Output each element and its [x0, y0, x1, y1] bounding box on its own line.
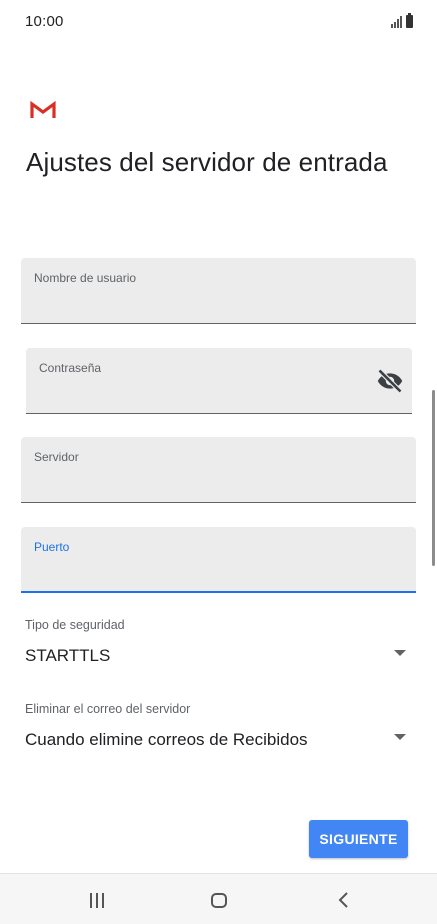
- delete-from-server-row[interactable]: Cuando elimine correos de Recibidos: [25, 730, 410, 752]
- username-label: Nombre de usuario: [34, 271, 137, 285]
- battery-icon: [406, 13, 413, 28]
- delete-from-server-value: Cuando elimine correos de Recibidos: [25, 730, 308, 749]
- signal-icon: [391, 16, 402, 28]
- gmail-logo: [30, 100, 56, 118]
- port-field[interactable]: Puerto: [21, 527, 416, 593]
- status-bar: 10:00: [0, 0, 437, 44]
- password-input[interactable]: [38, 383, 368, 405]
- security-type-select[interactable]: Tipo de seguridad STARTTLS: [25, 618, 410, 668]
- home-icon: [211, 892, 227, 908]
- visibility-off-icon[interactable]: [376, 367, 404, 395]
- back-icon: [338, 892, 348, 908]
- page-title: Ajustes del servidor de entrada: [26, 147, 388, 177]
- back-button[interactable]: [328, 886, 358, 914]
- scrollbar[interactable]: [432, 390, 435, 566]
- port-label: Puerto: [34, 540, 70, 554]
- server-label: Servidor: [34, 450, 79, 464]
- dropdown-arrow-icon[interactable]: [394, 650, 406, 656]
- security-type-label: Tipo de seguridad: [25, 618, 125, 632]
- port-input[interactable]: [33, 561, 372, 583]
- password-field[interactable]: Contraseña: [26, 348, 412, 414]
- server-field[interactable]: Servidor: [21, 437, 416, 503]
- delete-from-server-label: Eliminar el correo del servidor: [25, 702, 191, 716]
- status-time: 10:00: [25, 13, 64, 30]
- username-input[interactable]: [33, 293, 372, 315]
- status-icons: [391, 13, 413, 28]
- security-type-value: STARTTLS: [25, 646, 111, 665]
- delete-from-server-select[interactable]: Eliminar el correo del servidor Cuando e…: [25, 702, 410, 752]
- recent-apps-icon: [90, 892, 104, 908]
- navigation-bar: [0, 873, 437, 924]
- server-input[interactable]: [33, 472, 372, 494]
- recent-apps-button[interactable]: [82, 886, 112, 914]
- password-label: Contraseña: [39, 361, 102, 375]
- home-button[interactable]: [204, 886, 234, 914]
- username-field[interactable]: Nombre de usuario: [21, 258, 416, 324]
- security-type-row[interactable]: STARTTLS: [25, 646, 410, 668]
- dropdown-arrow-icon[interactable]: [394, 734, 406, 740]
- next-button[interactable]: SIGUIENTE: [309, 820, 408, 858]
- incoming-server-settings-screen: 10:00 Ajustes del servidor de entrada No…: [0, 0, 437, 924]
